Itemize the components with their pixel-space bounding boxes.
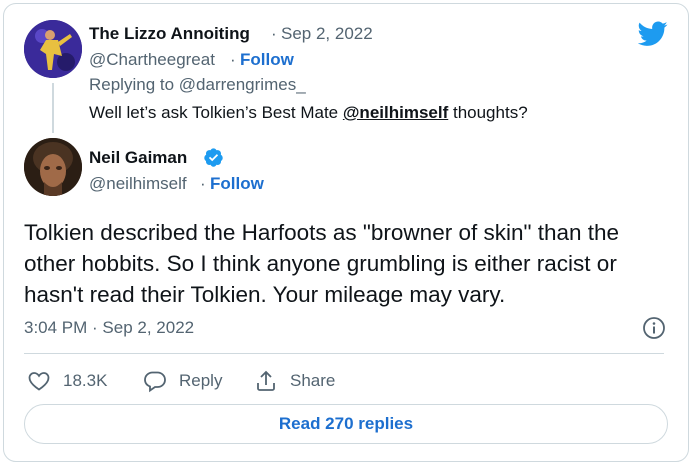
replying-to-prefix: Replying to [89, 75, 179, 94]
reply-date[interactable]: Sep 2, 2022 [281, 24, 373, 44]
like-count: 18.3K [63, 371, 108, 390]
mention-link[interactable]: @neilhimself [343, 103, 448, 122]
reply-handle-separator: · [230, 50, 236, 69]
like-button[interactable]: 18.3K [27, 369, 107, 393]
share-label: Share [290, 371, 336, 390]
reply-label: Reply [179, 371, 223, 390]
main-author-avatar[interactable] [24, 138, 82, 196]
reply-author-handle[interactable]: @Chartheegreat [89, 50, 215, 70]
reply-tweet-text: Well let’s ask Tolkien’s Best Mate @neil… [89, 103, 528, 123]
reply-text-before: Well let’s ask Tolkien’s Best Mate [89, 103, 343, 122]
reply-icon [144, 371, 166, 393]
main-author-name[interactable]: Neil Gaiman [89, 148, 187, 168]
share-icon [257, 370, 275, 391]
verified-badge-icon [204, 148, 223, 167]
info-icon[interactable] [642, 316, 666, 340]
reply-button[interactable]: Reply [143, 369, 222, 393]
reply-date-separator: · [271, 24, 277, 43]
reply-author-avatar[interactable] [24, 20, 82, 78]
replying-to-label: Replying to @darrengrimes_ [89, 75, 306, 95]
tweet-timestamp[interactable]: 3:04 PM · Sep 2, 2022 [24, 318, 194, 338]
twitter-bird-icon[interactable] [638, 21, 668, 47]
main-tweet-text: Tolkien described the Harfoots as "brown… [24, 220, 620, 307]
share-button[interactable]: Share [254, 369, 335, 393]
read-replies-button[interactable]: Read 270 replies [24, 404, 668, 444]
main-handle-separator: · [200, 174, 206, 193]
divider [24, 353, 664, 354]
replying-to-handle[interactable]: @darrengrimes_ [179, 75, 306, 94]
reply-text-after: thoughts? [448, 103, 528, 122]
main-follow-link[interactable]: Follow [210, 174, 264, 194]
main-author-handle[interactable]: @neilhimself [89, 174, 187, 194]
reply-author-name[interactable]: The Lizzo Annoiting [89, 24, 250, 44]
reply-follow-link[interactable]: Follow [240, 50, 294, 70]
thread-line [52, 83, 54, 133]
heart-icon [28, 372, 50, 391]
